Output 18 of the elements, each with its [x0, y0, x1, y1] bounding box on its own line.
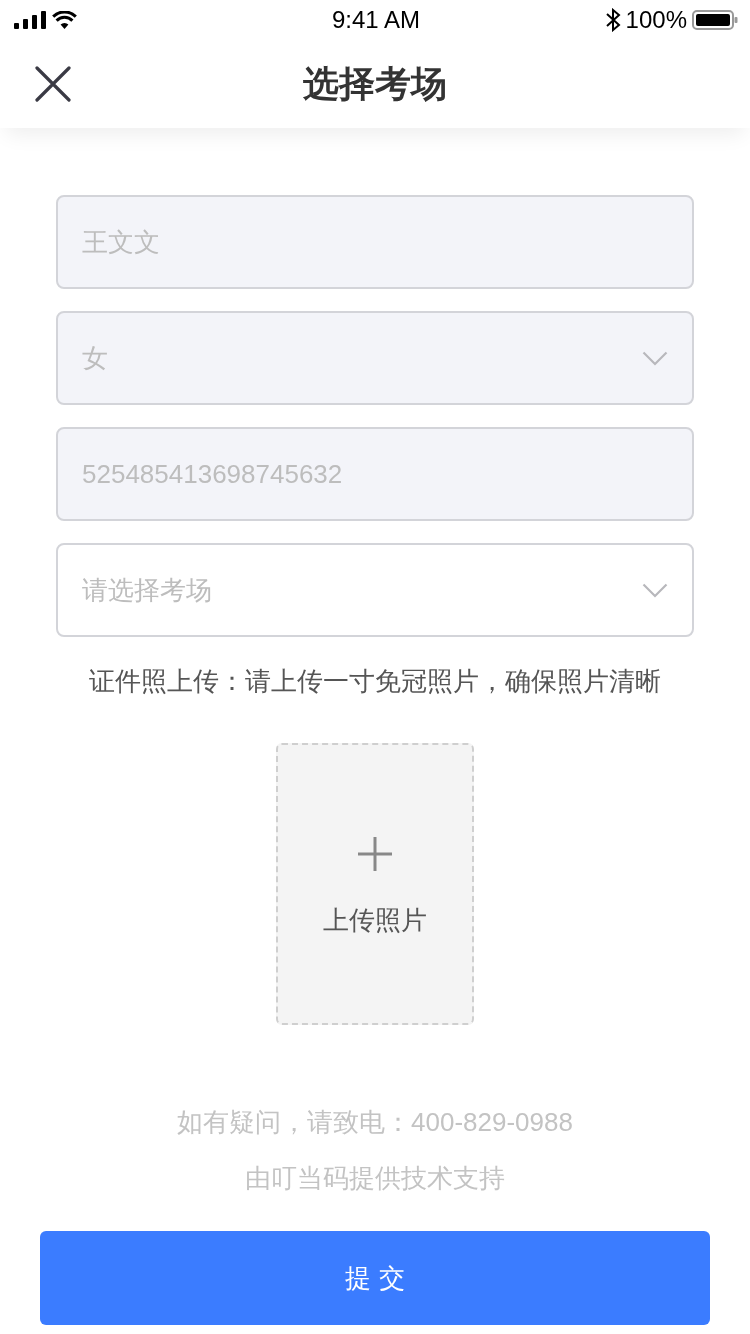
bluetooth-icon [604, 8, 621, 32]
chevron-down-icon [642, 350, 668, 366]
close-icon [35, 66, 71, 102]
signal-icon [14, 11, 46, 29]
contact-text: 如有疑问，请致电：400-829-0988 [177, 1106, 573, 1139]
upload-instruction: 证件照上传：请上传一寸免冠照片，确保照片清晰 [89, 665, 661, 698]
submit-button[interactable]: 提 交 [40, 1231, 710, 1325]
close-button[interactable] [35, 66, 71, 102]
upload-photo-button[interactable]: 上传照片 [276, 743, 474, 1025]
select-field[interactable]: 请选择考场 [56, 543, 694, 637]
status-time: 9:41 AM [331, 6, 421, 34]
wifi-icon [52, 11, 77, 29]
chevron-down-icon [642, 582, 668, 598]
page-title: 选择考场 [302, 62, 448, 106]
battery-percent: 100% [625, 6, 687, 34]
plus-icon [358, 837, 392, 871]
battery-icon [692, 10, 738, 30]
credit-text: 由叮当码提供技术支持 [245, 1162, 505, 1195]
